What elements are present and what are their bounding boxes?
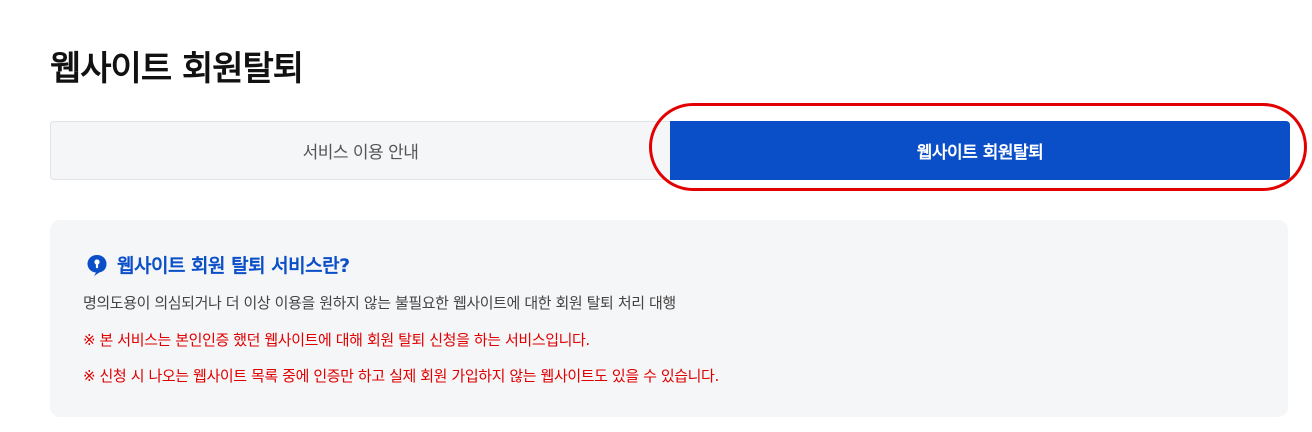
tab-service-guide-label: 서비스 이용 안내 [302,143,419,163]
notice-text: ※ 신청 시 나오는 웹사이트 목록 중에 인증만 하고 실제 회원 가입하지 … [83,367,719,385]
tab-website-withdrawal[interactable]: 웹사이트 회원탈퇴 [670,121,1290,180]
notice-text: ※ 본 서비스는 본인인증 했던 웹사이트에 대해 회원 탈퇴 신청을 하는 서… [83,331,590,349]
tab-service-guide[interactable]: 서비스 이용 안내 [50,121,670,180]
tab-bar: 서비스 이용 안내 웹사이트 회원탈퇴 [50,121,1290,180]
info-heading: 웹사이트 회원 탈퇴 서비스란? [85,251,350,278]
page-title: 웹사이트 회원탈퇴 [50,49,304,89]
tab-website-withdrawal-label: 웹사이트 회원탈퇴 [916,143,1044,163]
info-description: 명의도용이 의심되거나 더 이상 이용을 원하지 않는 불필요한 웹사이트에 대… [83,294,676,312]
info-panel: 웹사이트 회원 탈퇴 서비스란? 명의도용이 의심되거나 더 이상 이용을 원하… [50,220,1288,417]
keyhole-speech-bubble-icon [85,253,109,277]
info-heading-text: 웹사이트 회원 탈퇴 서비스란? [117,255,350,277]
